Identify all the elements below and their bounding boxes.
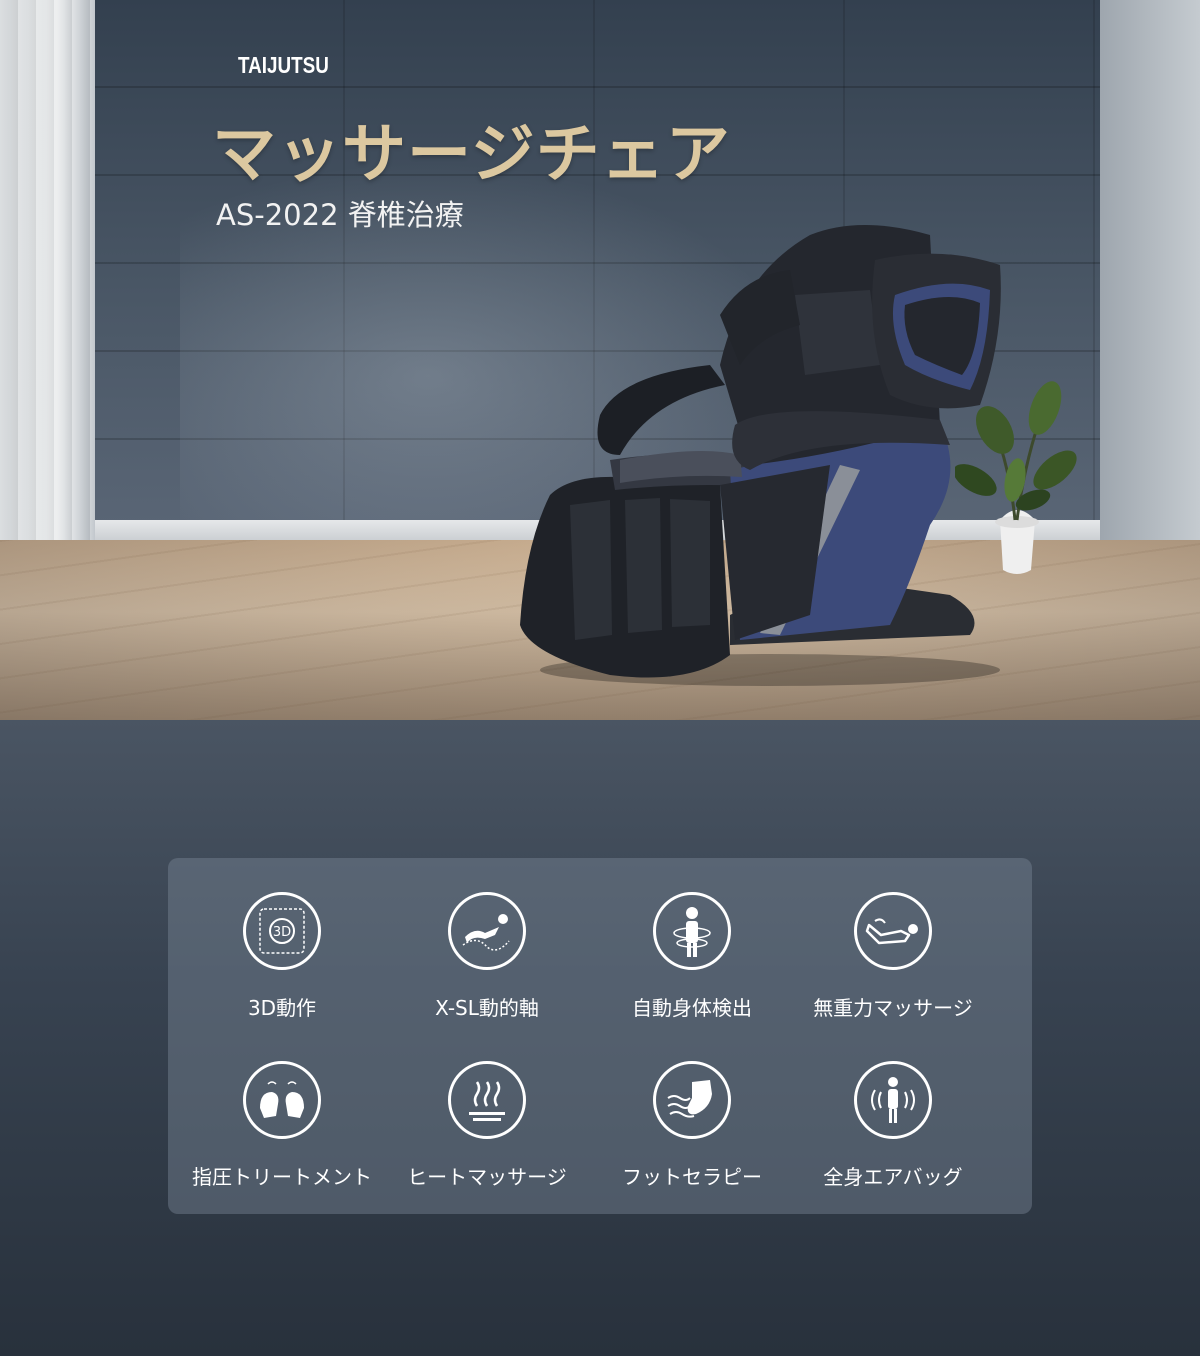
feature-zero-gravity: 無重力マッサージ [788,892,998,1021]
heat-icon [448,1061,526,1139]
brand-logo: TAIJUTSU [238,52,329,78]
feature-3d-motion: 3D 3D動作 [177,892,387,1021]
feature-label: 指圧トリートメント [192,1165,372,1189]
feature-label: 無重力マッサージ [813,996,973,1020]
svg-text:3D: 3D [273,925,291,940]
feature-label: 3D動作 [247,996,317,1020]
feature-heat: ヒートマッサージ [382,1061,592,1190]
right-wall [1100,0,1200,560]
hero-banner: TAIJUTSU マッサージチェア AS-2022 脊椎治療 [0,0,1200,720]
page-title: マッサージチェア [212,118,731,192]
massage-chair-image [520,225,1001,686]
page-subtitle: AS-2022 脊椎治療 [216,198,464,232]
body-scan-icon [653,892,731,970]
feature-body-scan: 自動身体検出 [587,892,797,1021]
curtain [0,0,95,570]
feature-label: フットセラピー [622,1165,762,1189]
feature-airbag: 全身エアバッグ [788,1061,998,1190]
3d-motion-icon: 3D [243,892,321,970]
feature-shiatsu: 指圧トリートメント [177,1061,387,1190]
recline-track-icon [448,892,526,970]
feature-label: 自動身体検出 [632,996,752,1020]
feature-recline-track: X-SL動的軸 [382,892,592,1021]
feature-label: ヒートマッサージ [407,1165,567,1189]
shiatsu-hands-icon [243,1061,321,1139]
feature-label: X-SL動的軸 [435,996,539,1020]
feature-label: 全身エアバッグ [823,1165,963,1189]
zero-gravity-icon [854,892,932,970]
foot-therapy-icon [653,1061,731,1139]
airbag-body-icon [854,1061,932,1139]
feature-foot-therapy: フットセラピー [587,1061,797,1190]
